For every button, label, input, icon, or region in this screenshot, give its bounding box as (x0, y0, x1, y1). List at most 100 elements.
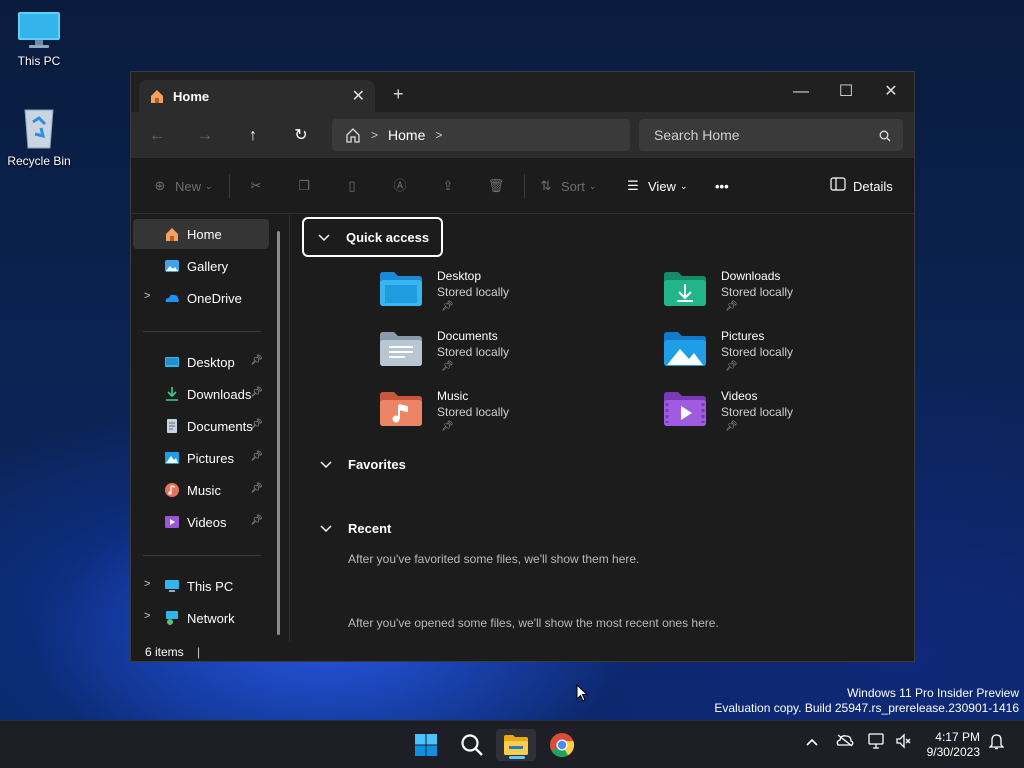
search-icon (879, 119, 891, 151)
search-taskbar-button[interactable] (452, 729, 492, 761)
documents-icon (167, 419, 177, 433)
chevron-right-icon[interactable]: > (435, 128, 442, 142)
breadcrumb[interactable]: > Home > (332, 119, 630, 151)
recycle-bin-icon (24, 109, 54, 149)
clock[interactable]: 4:17 PM 9/30/2023 (927, 730, 980, 760)
file-explorer-taskbar-button[interactable] (496, 729, 536, 761)
pin-icon: 📌︎ (250, 451, 263, 462)
favorites-empty-message: After you've favorited some files, we'll… (348, 552, 640, 566)
forward-button[interactable]: → (192, 123, 218, 149)
status-separator: | (197, 645, 201, 659)
recent-header[interactable]: Recent (320, 519, 391, 537)
mouse-cursor-icon (576, 684, 588, 702)
sidebar-item-music[interactable]: Music 📌︎ (133, 475, 269, 505)
documents-folder-icon (380, 332, 422, 366)
pictures-folder-icon (664, 332, 706, 366)
sort-button[interactable]: ⇅ Sort ⌄ (537, 176, 597, 196)
sidebar-item-gallery[interactable]: Gallery (133, 251, 269, 281)
up-button[interactable]: ↑ (240, 123, 266, 149)
chrome-taskbar-button[interactable] (542, 729, 582, 761)
chevron-right-icon[interactable]: > (144, 578, 150, 590)
main-content: Quick access Desktop Stored locally 📌︎ D… (290, 215, 914, 641)
volume-muted-icon (896, 733, 911, 749)
paste-button[interactable]: ▯ (343, 176, 367, 196)
sidebar-item-this-pc[interactable]: > This PC (133, 571, 269, 601)
sidebar-item-label: Gallery (187, 258, 229, 274)
sidebar-item-desktop[interactable]: Desktop 📌︎ (133, 347, 269, 377)
breadcrumb-current[interactable]: Home (388, 127, 425, 143)
volume-tray-button[interactable] (895, 733, 911, 752)
watermark-line-2: Evaluation copy. Build 25947.rs_prerelea… (714, 701, 1019, 715)
trash-icon: 🗑︎ (487, 178, 505, 193)
windows-logo-icon (415, 734, 437, 756)
tab-home[interactable]: Home ✕ (139, 80, 375, 112)
view-button[interactable]: ☰ View ⌄ (624, 176, 687, 196)
sidebar-item-downloads[interactable]: Downloads 📌︎ (133, 379, 269, 409)
copy-button[interactable]: ❐ (295, 176, 319, 196)
plus-circle-icon: ⊕ (154, 178, 166, 193)
details-label: Details (853, 178, 893, 194)
more-options-button[interactable]: ••• (715, 176, 729, 196)
sidebar-item-videos[interactable]: Videos 📌︎ (133, 507, 269, 537)
sidebar-item-home[interactable]: Home (133, 219, 269, 249)
sort-icon: ⇅ (540, 178, 552, 193)
pin-icon: 📌︎ (725, 421, 738, 432)
back-button[interactable]: ← (144, 123, 170, 149)
details-pane-icon (829, 177, 847, 195)
cut-button[interactable]: ✂ (247, 176, 271, 196)
network-tray-button[interactable] (868, 733, 886, 752)
maximize-button[interactable]: ☐ (823, 78, 869, 106)
chevron-up-icon (806, 738, 818, 746)
start-button[interactable] (406, 729, 446, 761)
sidebar-item-network[interactable]: > Network (133, 603, 269, 633)
copy-icon: ❐ (298, 178, 310, 193)
new-label: New (175, 178, 202, 194)
chevron-down-icon (320, 521, 332, 536)
chevron-right-icon: > (371, 128, 379, 142)
details-pane-button[interactable]: Details (829, 176, 893, 196)
desktop-icon-this-pc[interactable]: This PC (0, 10, 79, 68)
home-outline-icon (346, 128, 360, 143)
quick-access-videos[interactable]: Videos Stored locally 📌︎ (663, 387, 903, 443)
new-button[interactable]: ⊕ New ⌄ (151, 176, 213, 196)
close-window-button[interactable]: ✕ (868, 78, 914, 106)
quick-access-music[interactable]: Music Stored locally 📌︎ (379, 387, 619, 443)
show-hidden-icons-button[interactable] (806, 733, 818, 749)
favorites-header[interactable]: Favorites (320, 455, 406, 473)
divider (143, 555, 261, 556)
network-icon (166, 611, 178, 625)
rename-button[interactable]: Ⓐ (391, 176, 415, 196)
delete-button[interactable]: 🗑︎ (487, 176, 511, 196)
divider (229, 174, 230, 198)
sidebar-item-onedrive[interactable]: > OneDrive (133, 283, 269, 313)
rename-icon: Ⓐ (393, 178, 407, 193)
chevron-down-icon (318, 230, 330, 245)
new-tab-button[interactable]: + (393, 84, 404, 105)
chevron-right-icon[interactable]: > (144, 610, 150, 622)
divider (524, 174, 525, 198)
this-pc-icon (165, 580, 179, 592)
quick-access-documents[interactable]: Documents Stored locally 📌︎ (379, 327, 619, 383)
quick-access-downloads[interactable]: Downloads Stored locally 📌︎ (663, 267, 903, 323)
notifications-button[interactable] (988, 733, 1005, 753)
close-tab-button[interactable]: ✕ (352, 86, 365, 106)
status-bar: 6 items | (131, 641, 914, 663)
divider (143, 331, 261, 332)
tile-subtitle: Stored locally (721, 405, 794, 419)
sidebar-scrollbar[interactable] (277, 231, 280, 635)
chevron-right-icon[interactable]: > (144, 290, 150, 302)
pin-icon: 📌︎ (250, 419, 263, 430)
minimize-button[interactable]: — (778, 78, 824, 106)
desktop-icon-recycle-bin[interactable]: Recycle Bin (0, 106, 79, 168)
sidebar-item-pictures[interactable]: Pictures 📌︎ (133, 443, 269, 473)
videos-folder-icon (664, 392, 706, 426)
quick-access-header[interactable]: Quick access (302, 217, 444, 257)
share-button[interactable]: ⇪ (439, 176, 463, 196)
sidebar-item-documents[interactable]: Documents 📌︎ (133, 411, 269, 441)
search-input[interactable]: Search Home (639, 119, 903, 151)
quick-access-pictures[interactable]: Pictures Stored locally 📌︎ (663, 327, 903, 383)
refresh-button[interactable]: ↻ (288, 123, 314, 149)
tile-subtitle: Stored locally (437, 345, 510, 359)
onedrive-tray-button[interactable] (836, 733, 854, 750)
quick-access-desktop[interactable]: Desktop Stored locally 📌︎ (379, 267, 619, 323)
